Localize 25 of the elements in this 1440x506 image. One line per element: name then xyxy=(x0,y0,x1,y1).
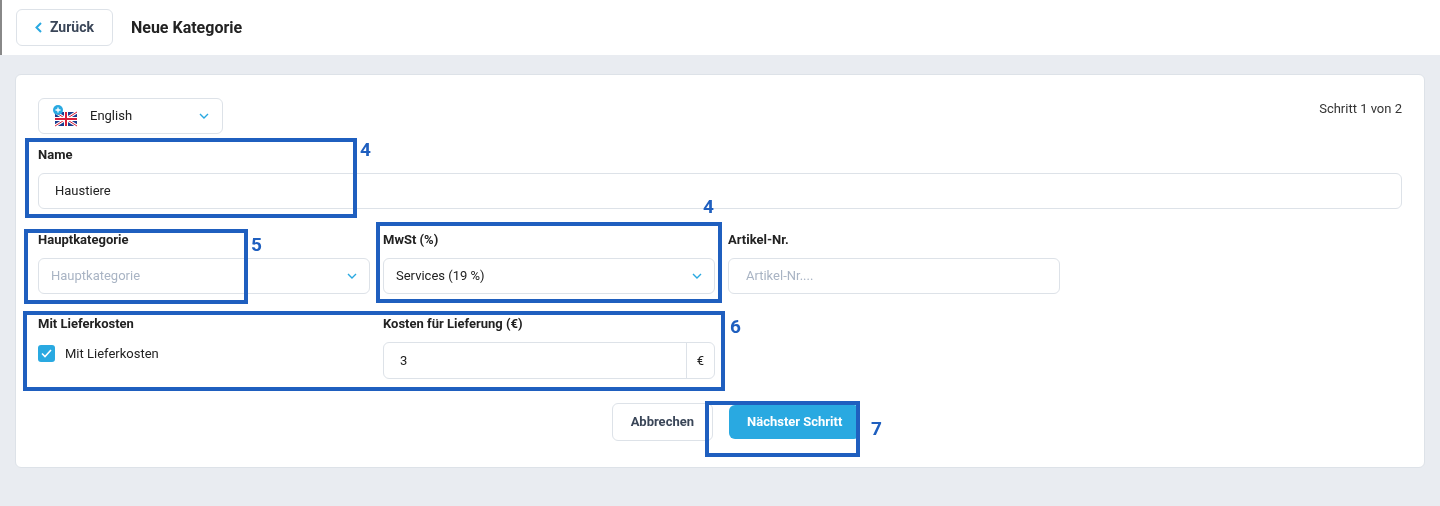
cancel-button[interactable]: Abbrechen xyxy=(611,403,713,441)
delivery-cost-field[interactable]: 3 € xyxy=(383,342,715,379)
vat-select[interactable]: Services (19 %) xyxy=(383,258,715,294)
page-title: Neue Kategorie xyxy=(130,16,243,39)
chevron-left-icon xyxy=(35,22,42,33)
currency-addon: € xyxy=(685,343,714,378)
back-button[interactable]: Zurück xyxy=(16,9,113,46)
checkmark-icon xyxy=(41,349,52,359)
field-label: Hauptkategorie xyxy=(38,232,129,248)
flag-icon xyxy=(52,104,78,128)
field-label: Mit Lieferkosten xyxy=(38,316,134,332)
step-indicator: Schritt 1 von 2 xyxy=(1319,100,1402,118)
annotation-number: 6 xyxy=(730,314,741,340)
chevron-down-icon xyxy=(199,113,209,119)
delivery-checkbox[interactable]: Mit Lieferkosten xyxy=(38,344,370,364)
chevron-down-icon xyxy=(692,273,702,279)
field-label: Name xyxy=(38,147,73,163)
annotation-number: 5 xyxy=(251,232,262,258)
language-select[interactable]: English xyxy=(38,98,223,134)
field-label: MwSt (%) xyxy=(383,232,439,248)
chevron-down-icon xyxy=(347,273,357,279)
field-label: Artikel-Nr. xyxy=(728,232,789,248)
annotation-number: 4 xyxy=(360,137,371,163)
annotation-number: 7 xyxy=(871,416,882,442)
field-label: Kosten für Lieferung (€) xyxy=(383,316,523,332)
